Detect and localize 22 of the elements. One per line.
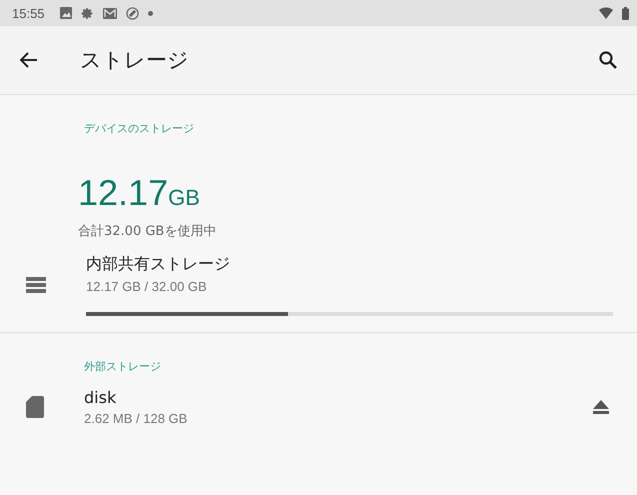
search-icon[interactable]: [599, 51, 617, 69]
wifi-icon: [599, 7, 613, 19]
settings-icon: [80, 6, 94, 20]
used-unit: GB: [168, 185, 200, 211]
section-header: デバイスのストレージ: [84, 121, 195, 136]
storage-name: disk: [84, 388, 118, 407]
image-icon: [60, 7, 72, 19]
status-time: 15:55: [12, 6, 45, 20]
storage-name: 内部共有ストレージ: [86, 254, 231, 275]
rotation-icon: [126, 6, 139, 20]
sd-card-icon: [26, 396, 44, 418]
page-title: ストレージ: [80, 47, 189, 74]
total-caption: 合計32.00 GBを使用中: [78, 223, 218, 240]
dot-icon: [148, 10, 153, 16]
used-amount: 12.17: [78, 172, 168, 214]
storage-icon: [26, 277, 46, 293]
storage-usage: 12.17 GB / 32.00 GB: [86, 279, 208, 294]
back-icon[interactable]: [20, 52, 38, 68]
storage-usage: 2.62 MB / 128 GB: [84, 411, 188, 426]
battery-icon: [622, 6, 629, 20]
section-header: 外部ストレージ: [84, 359, 162, 374]
mail-icon: [102, 8, 117, 18]
